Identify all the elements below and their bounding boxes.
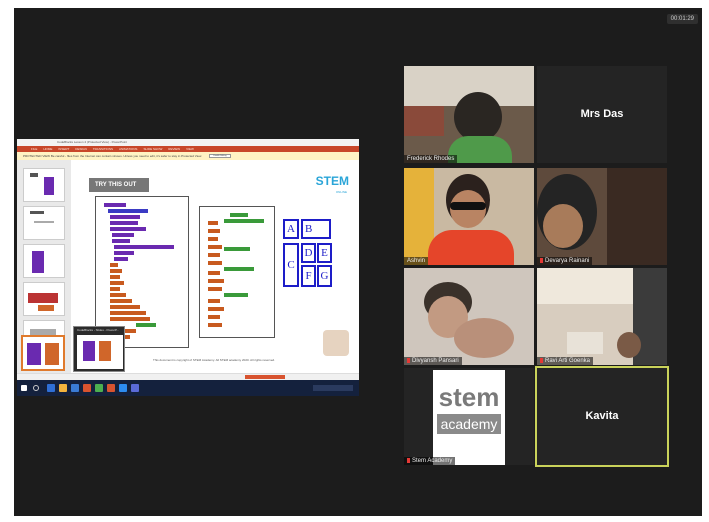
grid-cell: C <box>283 243 299 287</box>
protected-view-text: PROTECTED VIEW Be careful - files from t… <box>23 154 202 158</box>
muted-mic-icon <box>540 358 543 363</box>
enable-editing-button: Enable Editing <box>209 154 231 158</box>
participant-tile[interactable]: Ravi Arti Goenka <box>537 268 667 365</box>
stem-academy-logo: stem academy <box>433 370 505 465</box>
participant-name: Ashvin <box>404 257 429 265</box>
participant-tile[interactable]: Devarya Rainani <box>537 168 667 265</box>
protected-view-bar: PROTECTED VIEW Be careful - files from t… <box>17 152 359 160</box>
participant-tile[interactable]: stem academy Stem Academy <box>404 368 534 465</box>
participant-name: Stem Academy <box>404 457 456 465</box>
participant-name: Divyansh Pansari <box>404 357 462 365</box>
shared-screen[interactable]: CodeBlocks Lesson 4 (Protected View) - P… <box>17 139 359 396</box>
muted-mic-icon <box>540 258 543 263</box>
selected-slide-thumbnail <box>21 335 65 371</box>
participant-name-center: Kavita <box>585 410 619 422</box>
grid-cell: D <box>301 243 316 263</box>
grid-cell: B <box>301 219 331 239</box>
folder-icon <box>59 384 67 392</box>
app-icon <box>131 384 139 392</box>
windows-taskbar <box>17 380 359 396</box>
slide-copyright: This document is copyright of STEM Acade… <box>153 358 275 362</box>
windows-start-icon <box>21 385 27 391</box>
slide-heading: TRY THIS OUT <box>89 178 149 192</box>
stem-online-sub: ONLINE <box>335 190 347 194</box>
window-title: CodeBlocks Lesson 4 (Protected View) - P… <box>57 140 127 144</box>
chrome-icon <box>95 384 103 392</box>
slide-thumbnail <box>23 244 65 278</box>
grid-cell: G <box>317 265 332 287</box>
code-blocks-panel <box>199 206 275 338</box>
grid-cell: F <box>301 265 316 287</box>
zoom-icon <box>119 384 127 392</box>
stem-online-logo: STEM <box>315 174 349 188</box>
grid-cell: A <box>283 219 299 239</box>
preview-title: CodeBlocks - Slides - PowerP... <box>77 328 120 332</box>
powerpoint-icon <box>107 384 115 392</box>
muted-mic-icon <box>407 458 410 463</box>
grid-cell: E <box>317 243 332 263</box>
muted-mic-icon <box>407 358 410 363</box>
participant-name: Frederick Rhodes <box>404 155 458 163</box>
meeting-window: 00:01:29 CodeBlocks Lesson 4 (Protected … <box>14 8 702 516</box>
powerpoint-titlebar: CodeBlocks Lesson 4 (Protected View) - P… <box>17 139 359 146</box>
participant-tile[interactable]: Divyansh Pansari <box>404 268 534 365</box>
participant-name: Devarya Rainani <box>537 257 593 265</box>
kids-illustration <box>323 330 349 356</box>
taskbar-preview: CodeBlocks - Slides - PowerP... <box>73 326 125 372</box>
powerpoint-statusbar <box>17 373 359 380</box>
slide-thumbnail <box>23 282 65 316</box>
participant-name: Ravi Arti Goenka <box>537 357 594 365</box>
meeting-timer: 00:01:29 <box>666 14 698 24</box>
participant-tile[interactable]: Frederick Rhodes <box>404 66 534 163</box>
participant-tile[interactable]: Ashvin <box>404 168 534 265</box>
slide-thumbnail <box>23 206 65 240</box>
system-tray <box>313 385 353 391</box>
participant-name-center: Mrs Das <box>580 108 624 120</box>
slide-thumbnail <box>23 168 65 202</box>
app-icon <box>71 384 79 392</box>
participant-tile-active-speaker[interactable]: Kavita <box>535 366 669 467</box>
app-icon <box>47 384 55 392</box>
search-icon <box>33 385 39 391</box>
app-icon <box>83 384 91 392</box>
participant-tile[interactable]: Mrs Das <box>537 66 667 163</box>
